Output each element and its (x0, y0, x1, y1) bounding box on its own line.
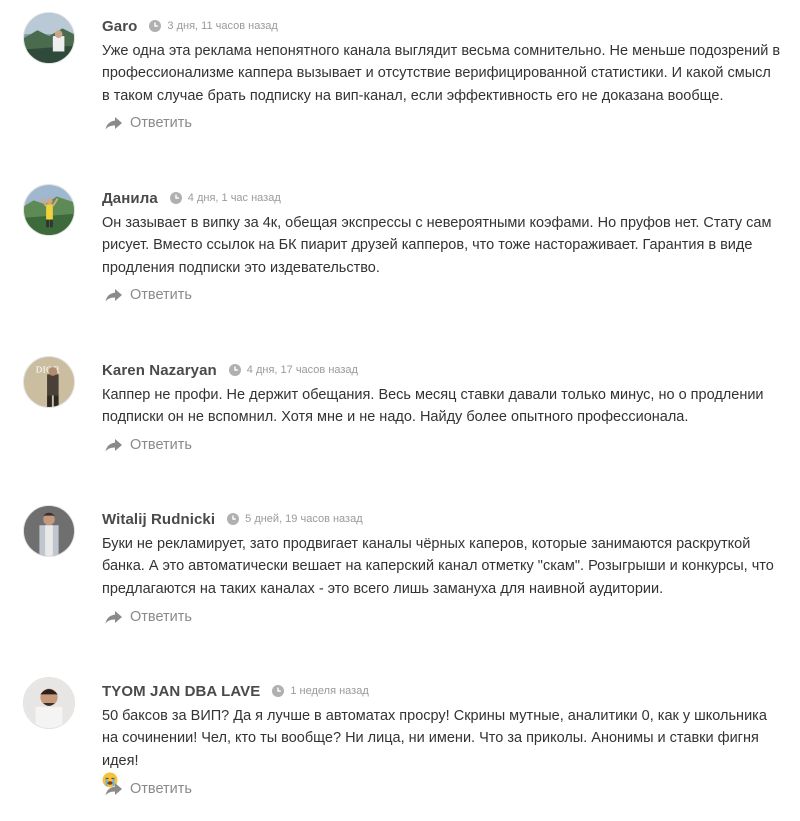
comment-date[interactable]: 4 дня, 17 часов назад (247, 364, 358, 376)
comment-text: Буки не рекламирует, зато продвигает кан… (102, 536, 774, 597)
comment-meta: TYOM JAN DBA LAVE 1 неделя назад (102, 681, 369, 701)
clock-icon (149, 20, 162, 32)
comment-author[interactable]: Garo (102, 18, 137, 35)
comment-author[interactable]: Karen Nazaryan (102, 362, 217, 379)
avatar[interactable] (23, 505, 75, 557)
comment-date[interactable]: 5 дней, 19 часов назад (245, 513, 362, 525)
comment-meta: Witalij Rudnicki 5 дней, 19 часов назад (102, 509, 363, 529)
reply-button[interactable]: Ответить (104, 115, 192, 131)
comment-text: Каппер не профи. Не держит обещания. Вес… (102, 387, 764, 426)
reply-label: Ответить (130, 437, 192, 453)
reply-label: Ответить (130, 609, 192, 625)
avatar-image (24, 506, 74, 556)
comment-text: 50 баксов за ВИП? Да я лучше в автоматах… (102, 705, 782, 795)
reply-arrow-icon (104, 437, 124, 453)
avatar-image (24, 678, 74, 728)
comment-author[interactable]: TYOM JAN DBA LAVE (102, 683, 260, 700)
reply-button[interactable]: Ответить (104, 287, 192, 303)
comment-author[interactable]: Witalij Rudnicki (102, 511, 215, 528)
reply-label: Ответить (130, 287, 192, 303)
comments-list: Garo 3 дня, 11 часов назад Уже одна эта … (0, 0, 800, 821)
comment-meta: Karen Nazaryan 4 дня, 17 часов назад (102, 360, 358, 380)
reply-button[interactable]: Ответить (104, 781, 192, 797)
clock-icon (169, 192, 182, 204)
avatar-image: DIOR (24, 357, 74, 407)
comment-meta: Данила 4 дня, 1 час назад (102, 188, 281, 208)
avatar[interactable] (23, 677, 75, 729)
clock-icon (227, 513, 240, 525)
reply-arrow-icon (104, 287, 124, 303)
avatar[interactable] (23, 12, 75, 64)
comment-meta: Garo 3 дня, 11 часов назад (102, 16, 278, 36)
avatar-image (24, 185, 74, 235)
avatar[interactable] (23, 184, 75, 236)
comment-date[interactable]: 3 дня, 11 часов назад (167, 20, 277, 32)
reply-arrow-icon (104, 115, 124, 131)
clock-icon (272, 685, 285, 697)
reply-button[interactable]: Ответить (104, 437, 192, 453)
reply-label: Ответить (130, 115, 192, 131)
comment-text: Он зазывает в випку за 4к, обещая экспре… (102, 215, 772, 276)
reply-label: Ответить (130, 781, 192, 797)
comment-date[interactable]: 1 неделя назад (290, 685, 368, 697)
comment-text: Уже одна эта реклама непонятного канала … (102, 43, 781, 104)
reply-button[interactable]: Ответить (104, 609, 192, 625)
comment-date[interactable]: 4 дня, 1 час назад (188, 192, 281, 204)
comment-text-body: 50 баксов за ВИП? Да я лучше в автоматах… (102, 708, 767, 769)
reply-arrow-icon (104, 609, 124, 625)
comment-author[interactable]: Данила (102, 190, 158, 207)
avatar-image (24, 13, 74, 63)
avatar[interactable]: DIOR (23, 356, 75, 408)
reply-arrow-icon (104, 781, 124, 797)
clock-icon (228, 364, 241, 376)
